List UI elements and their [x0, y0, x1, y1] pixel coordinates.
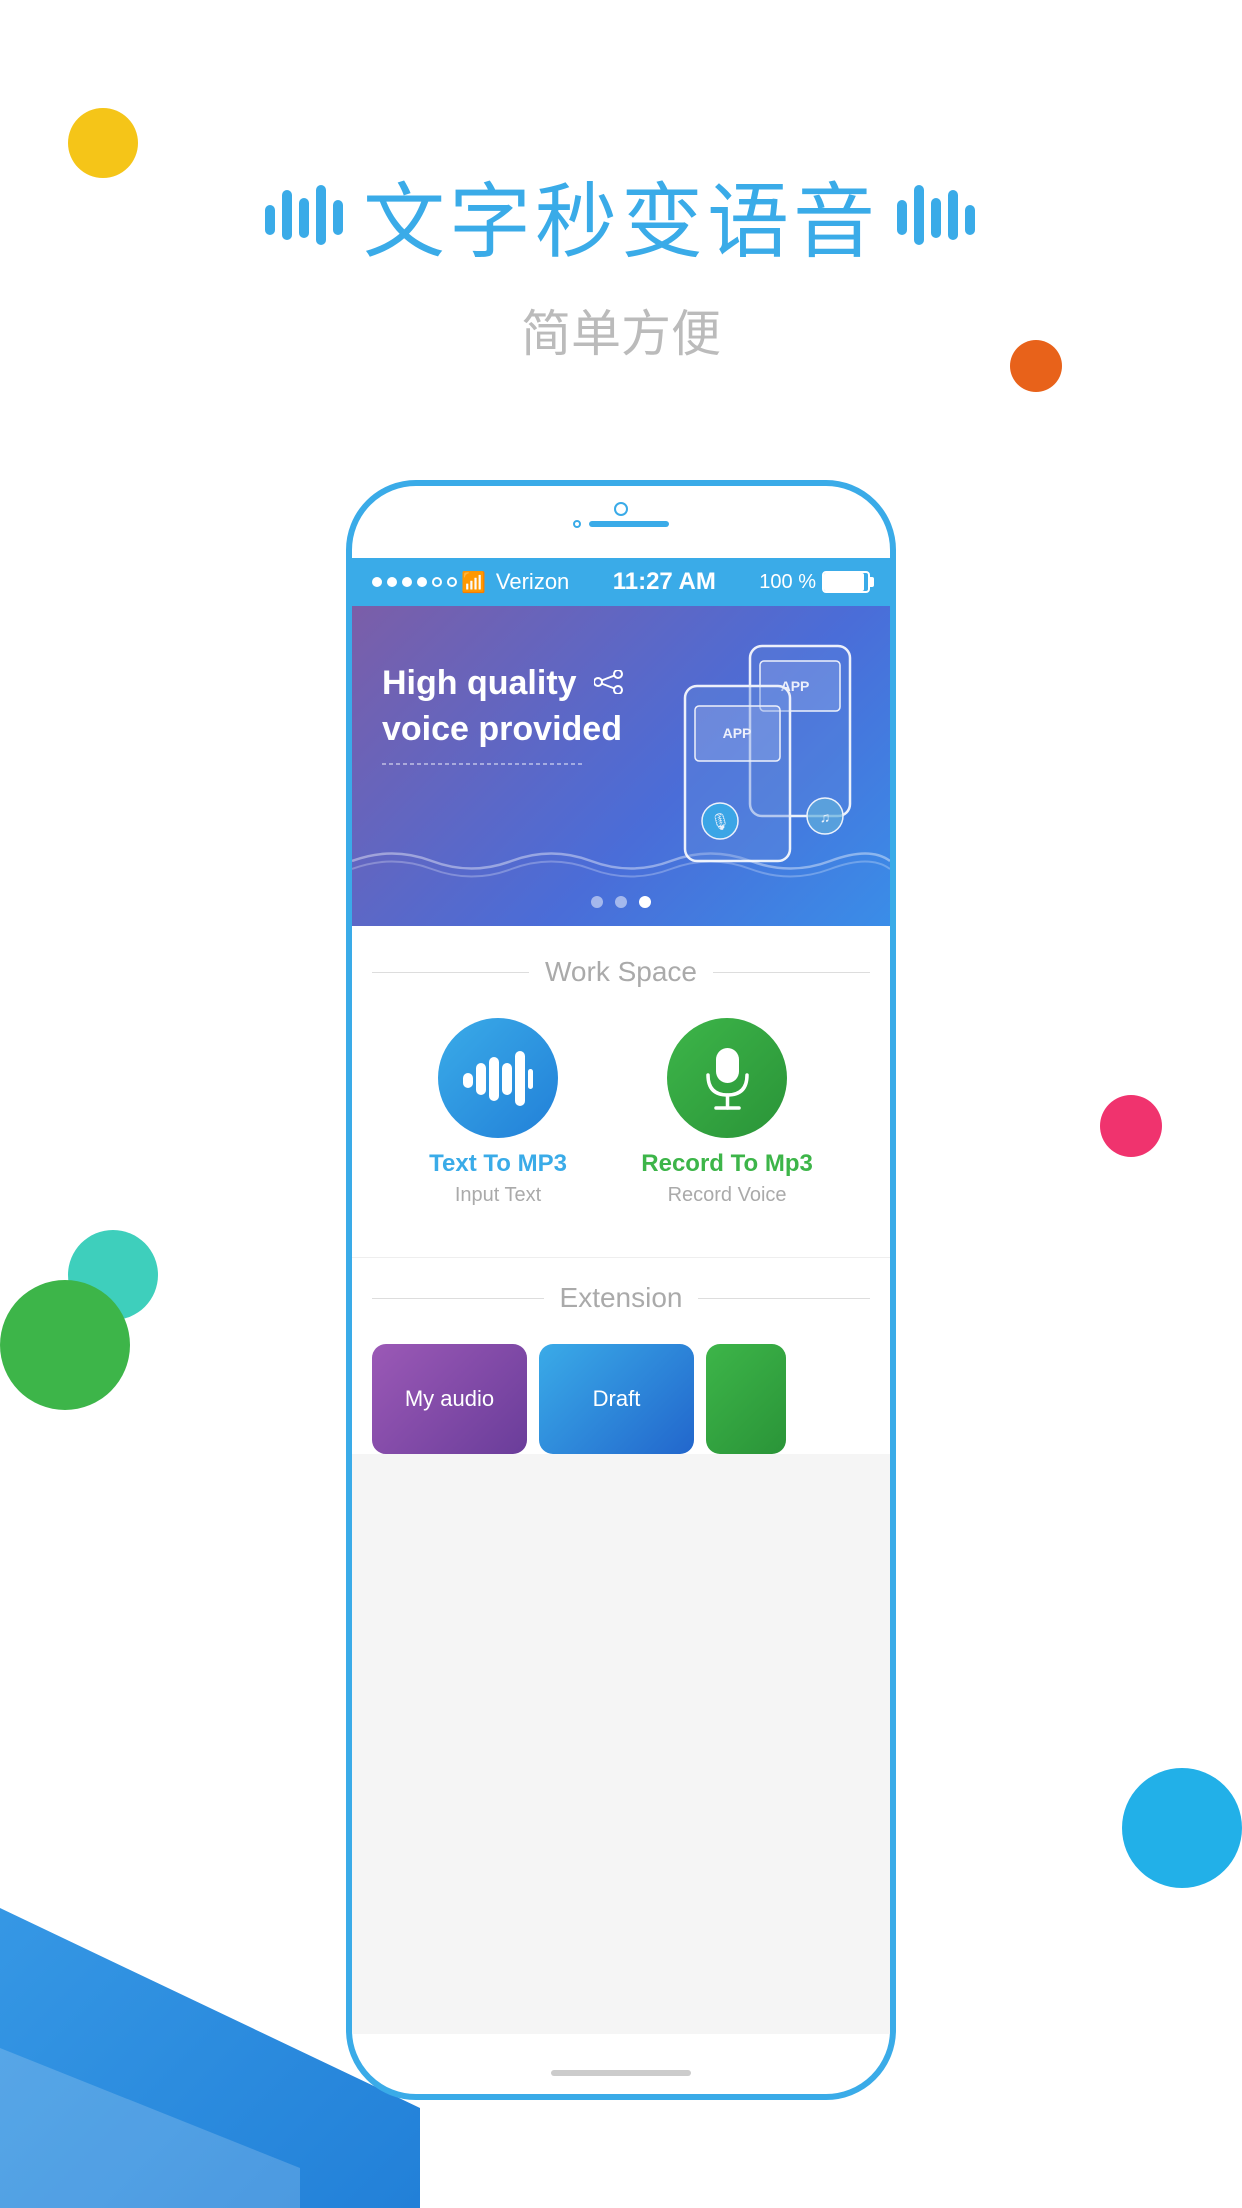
record-label-sub: Record Voice: [668, 1184, 787, 1207]
banner-indicator-dots: [591, 896, 651, 908]
svg-text:APP: APP: [723, 725, 752, 741]
share-icon: [594, 666, 624, 704]
decoration-dot-green: [0, 1280, 130, 1410]
speaker-bar-line: [589, 521, 669, 527]
banner-dot-3: [639, 896, 651, 908]
extension-cards-row: My audio Draft: [372, 1344, 870, 1454]
signal-dot-3: [402, 577, 412, 587]
ext-line-right: [698, 1298, 870, 1299]
phone-frame: 📶 Verizon 11:27 AM 100 %: [346, 480, 896, 2100]
banner-title-line2: voice provided: [382, 707, 624, 753]
status-bar: 📶 Verizon 11:27 AM 100 %: [352, 558, 890, 606]
draft-label: Draft: [593, 1386, 641, 1412]
signal-dot-1: [372, 577, 382, 587]
camera-dot: [614, 502, 628, 516]
extension-header: Extension: [372, 1282, 870, 1314]
record-item[interactable]: Record To Mp3 Record Voice: [641, 1018, 813, 1207]
svg-text:🎙: 🎙: [710, 813, 730, 831]
banner-dot-2: [615, 896, 627, 908]
workspace-title: Work Space: [545, 956, 697, 988]
record-icon-circle: [667, 1018, 787, 1138]
home-bar: [551, 2070, 691, 2076]
my-audio-card[interactable]: My audio: [372, 1344, 527, 1454]
extension-section: Extension My audio Draft: [352, 1257, 890, 1454]
draft-card[interactable]: Draft: [539, 1344, 694, 1454]
decoration-dot-pink: [1100, 1095, 1162, 1157]
ext-line-left: [372, 1298, 544, 1299]
signal-dot-2: [387, 577, 397, 587]
notch-dot: [573, 520, 581, 528]
banner-illustration: APP APP 🎙 ♫: [670, 626, 870, 886]
carrier-name: Verizon: [496, 569, 569, 595]
waveform-left-icon: [265, 180, 345, 250]
battery-fill: [824, 573, 864, 591]
svg-text:♫: ♫: [820, 809, 831, 825]
phone-mockup: 📶 Verizon 11:27 AM 100 %: [346, 480, 896, 2100]
workspace-section: Work Space: [352, 926, 890, 1257]
battery-percent: 100 %: [759, 571, 816, 594]
wifi-icon: 📶: [461, 570, 486, 595]
battery-tip: [870, 577, 874, 587]
signal-dot-6: [447, 577, 457, 587]
speaker-bar: [573, 520, 669, 528]
header-title-text: 文字秒变语音: [363, 155, 879, 274]
my-audio-label: My audio: [405, 1386, 494, 1412]
banner-dot-1: [591, 896, 603, 908]
tts-label-main: Text To MP3: [429, 1150, 567, 1178]
phone-screen: 📶 Verizon 11:27 AM 100 %: [352, 558, 890, 2034]
header-title: 文字秒变语音: [0, 155, 1242, 274]
decoration-dot-blue: [1122, 1768, 1242, 1888]
tts-icon-circle: [438, 1018, 558, 1138]
banner-title-line1: High quality: [382, 661, 624, 707]
status-right: 100 %: [759, 571, 870, 594]
phone-notch: [573, 502, 669, 528]
battery-bar: [822, 571, 870, 593]
record-label-main: Record To Mp3: [641, 1150, 813, 1178]
header-section: 文字秒变语音 简单方便: [0, 155, 1242, 366]
status-time: 11:27 AM: [613, 568, 716, 596]
tts-item[interactable]: Text To MP3 Input Text: [429, 1018, 567, 1207]
workspace-icons-row: Text To MP3 Input Text: [372, 1018, 870, 1227]
signal-dots: [372, 577, 457, 587]
waveform-right-icon: [897, 180, 977, 250]
tts-label-sub: Input Text: [455, 1184, 541, 1207]
banner-text: High quality voice provided: [382, 661, 624, 772]
header-subtitle: 简单方便: [0, 294, 1242, 366]
section-line-left: [372, 972, 529, 973]
status-left: 📶 Verizon: [372, 569, 569, 595]
section-line-right: [713, 972, 870, 973]
workspace-header: Work Space: [372, 956, 870, 988]
promo-banner[interactable]: High quality voice provided: [352, 606, 890, 926]
signal-dot-4: [417, 577, 427, 587]
signal-dot-5: [432, 577, 442, 587]
extension-title: Extension: [560, 1282, 683, 1314]
extra-card[interactable]: [706, 1344, 786, 1454]
